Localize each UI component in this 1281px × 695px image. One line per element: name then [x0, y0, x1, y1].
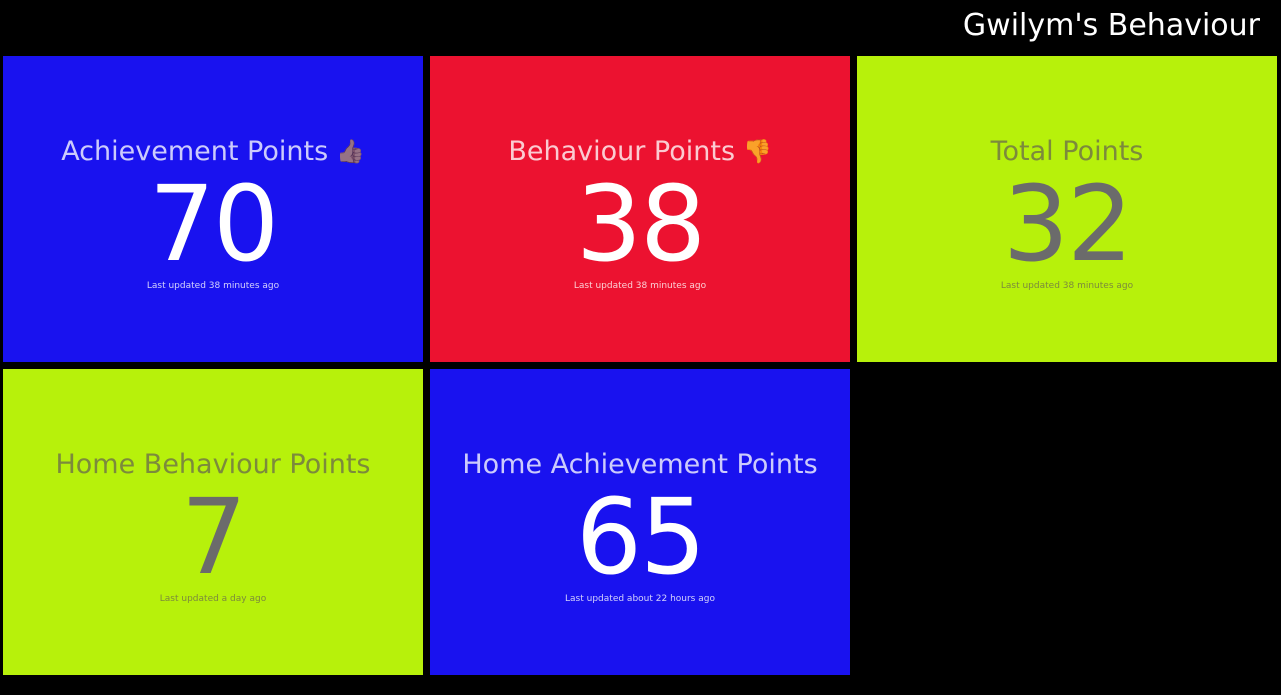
widget-value: 7: [180, 476, 247, 598]
widget-updated-at: Last updated about 22 hours ago: [565, 594, 715, 604]
widget-updated-at: Last updated 38 minutes ago: [1000, 281, 1134, 291]
widget-value: 70: [148, 163, 279, 285]
widget-total-points: Total Points 32 Last updated 38 minutes …: [857, 56, 1277, 362]
widget-updated-at: Last updated 38 minutes ago: [573, 281, 707, 291]
widget-value: 65: [575, 476, 706, 598]
widget-behaviour-points: Behaviour Points 👎 38 Last updated 38 min…: [430, 56, 850, 362]
widget-value: 38: [575, 163, 706, 285]
widget-value: 32: [1002, 163, 1133, 285]
thumbs-up-icon: 👍🏽: [336, 139, 365, 165]
dashboard: Gwilym's Behaviour Achievement Points 👍🏽 …: [0, 0, 1281, 695]
widget-updated-at: Last updated 38 minutes ago: [146, 281, 280, 291]
dashboard-title: Gwilym's Behaviour: [962, 8, 1260, 43]
widget-home-achievement-points: Home Achievement Points 65 Last updated …: [430, 369, 850, 675]
widget-achievement-points: Achievement Points 👍🏽 70 Last updated 38 …: [3, 56, 423, 362]
thumbs-down-icon: 👎: [743, 139, 772, 165]
widget-home-behaviour-points: Home Behaviour Points 7 Last updated a d…: [3, 369, 423, 675]
widget-updated-at: Last updated a day ago: [159, 594, 267, 604]
